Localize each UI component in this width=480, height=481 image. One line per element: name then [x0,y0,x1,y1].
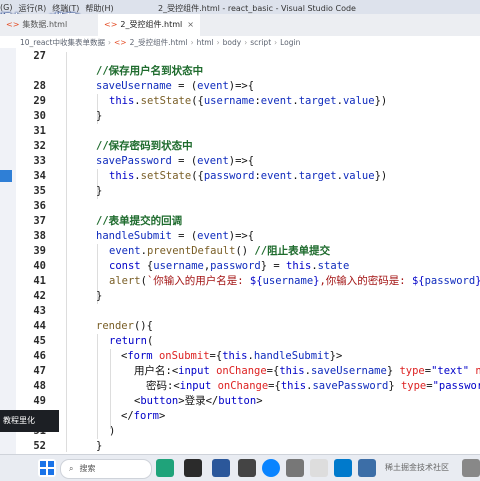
code-line: <button>登录</button> [134,395,263,407]
chevron-right-icon: › [274,37,278,47]
jsx-label-password: 密码: [146,380,174,392]
line-number: 49 [33,395,46,407]
breadcrumb-body[interactable]: body [223,38,242,47]
code-comment: //阻止表单提交 [254,245,331,257]
app-icon[interactable] [238,459,256,477]
indent-guide [66,52,67,452]
chevron-right-icon: › [244,37,248,47]
html-file-icon: <> [104,20,118,29]
video-watermark-label: 教程里化 [0,410,59,432]
code-line: return( [109,335,154,347]
tab-label: 2_受控组件.html [120,20,183,29]
app-icon[interactable] [462,459,480,477]
activity-sidebar [0,48,16,454]
html-file-icon: <> [114,37,127,47]
jsx-label-username: 用户名: [134,365,172,377]
code-line: this.setState({username:event.target.val… [109,95,388,107]
line-number: 47 [33,365,46,377]
chevron-right-icon: › [108,37,111,47]
line-number: 42 [33,290,46,302]
line-number: 44 [33,320,46,332]
line-number: 39 [33,245,46,257]
app-icon[interactable] [156,459,174,477]
file-explorer-icon[interactable] [184,459,202,477]
code-comment: //表单提交的回调 [96,215,183,227]
line-number: 30 [33,110,46,122]
breadcrumb-folder[interactable]: 10_react中收集表单数据 [20,37,105,48]
jsx-button-text: 登录 [184,395,206,407]
indent-guide [97,334,98,439]
search-placeholder: 搜索 [79,464,96,473]
vscode-icon[interactable] [334,459,352,477]
code-line: this.setState({password:event.target.val… [109,170,388,182]
line-number: 36 [33,200,46,212]
tab-collect-data[interactable]: <> 集数据.html [0,14,73,36]
line-number: 35 [33,185,46,197]
text-editor-icon[interactable] [310,459,328,477]
alert-string-prefix: `你输入的用户名是: [146,275,250,287]
alert-string-mid: ,你输入的密码是: [319,275,412,287]
line-number: 38 [33,230,46,242]
indent-guide [110,349,111,429]
menu-item-help[interactable]: 帮助(H) [85,3,113,14]
line-number: 48 [33,380,46,392]
line-number: 45 [33,335,46,347]
app-icon[interactable] [358,459,376,477]
line-number: 41 [33,275,46,287]
jsx-attr-password: "password" [432,380,480,392]
line-number: 29 [33,95,46,107]
code-line: <form onSubmit={this.handleSubmit}> [121,350,343,362]
breadcrumb-html[interactable]: html [197,38,214,47]
code-comment: //保存用户名到状态中 [96,65,204,77]
code-line: handleSubmit = (event)=>{ [96,230,255,242]
line-number: 28 [33,80,46,92]
code-line: 用户名:<input onChange={this.saveUsername} … [134,365,480,377]
code-line: } [96,440,103,452]
breadcrumb: 10_react中收集表单数据 › <> 2_受控组件.html › html › b… [0,36,480,48]
line-number: 33 [33,155,46,167]
watermark: 稀土掘金技术社区 [385,463,449,472]
code-line: 密码:<input onChange={this.savePassword} t… [134,379,480,394]
code-line: render(){ [96,320,153,332]
line-number: 52 [33,440,46,452]
line-number: 40 [33,260,46,272]
code-line: alert(`你输入的用户名是: ${username},你输入的密码是: ${… [109,275,480,287]
code-line: saveUsername = (event)=>{ [96,80,255,92]
line-number: 37 [33,215,46,227]
edge-browser-icon[interactable] [262,459,280,477]
word-icon[interactable] [212,459,230,477]
code-comment: //保存密码到状态中 [96,140,193,152]
code-line: savePassword = (event)=>{ [96,155,255,167]
code-line: ) [109,425,116,437]
tab-bar: <> 集数据.html <> 2_受控组件.html × [0,14,480,37]
chevron-right-icon: › [216,37,220,47]
html-file-icon: <> [6,20,20,29]
line-number: 32 [33,140,46,152]
chevron-right-icon: › [190,37,194,47]
windows-start-icon[interactable] [38,459,56,477]
code-line: const {username,password} = this.state [109,260,350,272]
line-number: 34 [33,170,46,182]
close-icon[interactable]: × [187,20,194,29]
sidebar-selection-marker[interactable] [0,170,12,182]
search-icon: ⌕ [69,464,74,473]
code-line: } [96,110,103,122]
line-number: 43 [33,305,46,317]
line-number: 46 [33,350,46,362]
tab-controlled-component[interactable]: <> 2_受控组件.html × [98,14,200,36]
code-line: } [96,290,103,302]
line-number: 27 [33,50,46,62]
jsx-attr-text: "text" [431,365,470,377]
code-line: </form> [121,410,166,422]
code-line: } [96,185,103,197]
app-icon[interactable] [286,459,304,477]
breadcrumb-script[interactable]: script [250,38,271,47]
code-line: event.preventDefault() //阻止表单提交 [109,245,331,257]
breadcrumb-file[interactable]: 2_受控组件.html [130,37,188,48]
tab-label: 集数据.html [22,20,68,29]
taskbar-search-input[interactable]: ⌕ 搜索 [60,459,152,479]
window-title: 2_受控组件.html - react_basic - Visual Studi… [158,4,356,13]
line-number: 31 [33,125,46,137]
breadcrumb-login[interactable]: Login [280,38,300,47]
